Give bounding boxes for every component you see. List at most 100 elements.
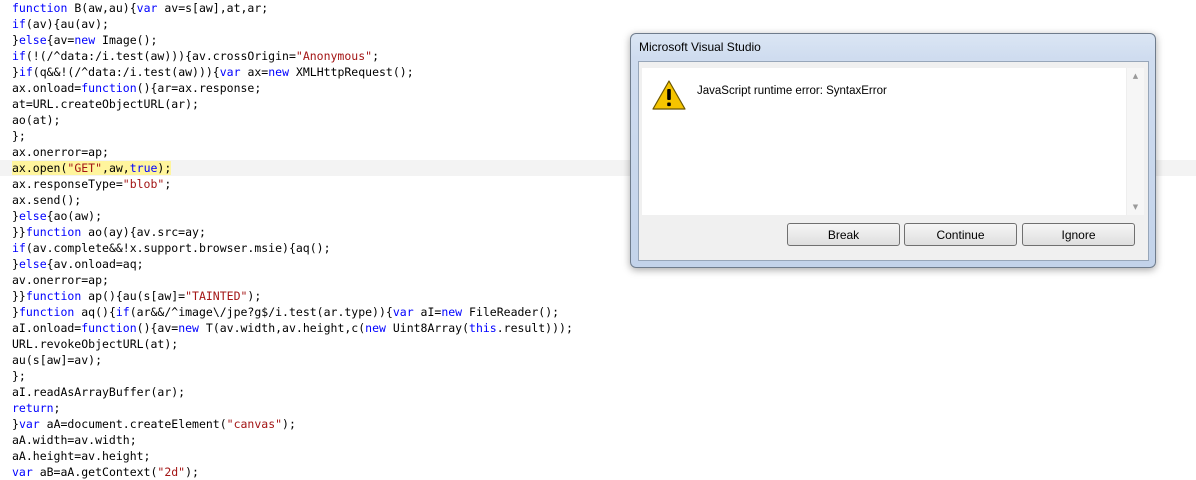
code-string: "GET" — [67, 161, 103, 175]
code-text: aA.height=av.height; — [12, 449, 151, 463]
code-keyword: if — [12, 49, 26, 63]
code-text: Image(); — [95, 33, 158, 47]
code-string: "TAINTED" — [185, 289, 248, 303]
code-text: {ao(aw); — [46, 209, 103, 223]
code-line: if(av){au(av); — [12, 16, 1196, 32]
code-line: av.onerror=ap; — [12, 272, 1196, 288]
code-keyword: function — [81, 321, 137, 335]
code-text: ); — [185, 465, 199, 479]
code-text: Uint8Array( — [385, 321, 470, 335]
code-text: (av.complete&&!x.support.browser.msie){a… — [25, 241, 331, 255]
code-keyword: new — [178, 321, 199, 335]
code-text: aA.width=av.width; — [12, 433, 137, 447]
scroll-down-icon[interactable]: ▼ — [1130, 202, 1141, 212]
code-text: URL.revokeObjectURL(at); — [12, 337, 179, 351]
code-text: }; — [12, 369, 26, 383]
code-keyword: function — [81, 81, 137, 95]
code-keyword: if — [12, 241, 26, 255]
break-button[interactable]: Break — [787, 223, 900, 246]
code-text: {av.onload=aq; — [46, 257, 144, 271]
code-text: aA=document.createElement( — [39, 417, 227, 431]
code-text: ; — [53, 401, 61, 415]
code-text: } — [12, 65, 19, 79]
code-text: (q&&!(/^data:/i.test(aw))){ — [32, 65, 220, 79]
code-text: ao(at); — [12, 113, 61, 127]
code-line: URL.revokeObjectURL(at); — [12, 336, 1196, 352]
code-text: aI.onload= — [12, 321, 82, 335]
code-text: ax= — [240, 65, 269, 79]
code-string: "2d" — [157, 465, 186, 479]
code-text: ax.open( — [12, 161, 68, 175]
message-scrollbar[interactable]: ▲ ▼ — [1126, 68, 1144, 215]
continue-button[interactable]: Continue — [904, 223, 1017, 246]
code-text: ); — [157, 161, 172, 175]
error-message: JavaScript runtime error: SyntaxError — [697, 85, 887, 97]
code-text: {av= — [46, 33, 75, 47]
code-keyword: if — [12, 17, 26, 31]
code-line: aA.height=av.height; — [12, 448, 1196, 464]
code-line: }}function ap(){au(s[aw]="TAINTED"); — [12, 288, 1196, 304]
code-text: (){av= — [136, 321, 179, 335]
code-keyword: function — [12, 1, 68, 15]
code-keyword: function — [25, 289, 82, 303]
code-string: "blob" — [122, 177, 165, 191]
code-text: }} — [12, 225, 26, 239]
code-keyword: var — [392, 305, 414, 319]
code-line: au(s[aw]=av); — [12, 352, 1196, 368]
code-keyword: new — [74, 33, 96, 47]
code-keyword: var — [219, 65, 241, 79]
code-text: (ar&&/^image\/jpe?g$/i.test(ar.type)){ — [129, 305, 393, 319]
warning-icon — [652, 80, 686, 110]
code-keyword: if — [18, 65, 33, 79]
code-line: aI.onload=function(){av=new T(av.width,a… — [12, 320, 1196, 336]
dialog-body: JavaScript runtime error: SyntaxError ▲ … — [638, 61, 1149, 261]
code-text: ax.onerror=ap; — [12, 145, 109, 159]
error-highlight: ax.open("GET",aw,true); — [12, 161, 172, 175]
code-text: } — [12, 33, 19, 47]
code-keyword: else — [18, 257, 47, 271]
code-text: aI.readAsArrayBuffer(ar); — [12, 385, 186, 399]
code-keyword: this — [469, 321, 497, 335]
message-box: JavaScript runtime error: SyntaxError ▲ … — [642, 68, 1144, 215]
code-keyword: function — [25, 225, 82, 239]
code-keyword: else — [18, 33, 47, 47]
code-text: B(aw,au){ — [67, 1, 137, 15]
code-line: var aB=aA.getContext("2d"); — [12, 464, 1196, 480]
code-text: au(s[aw]=av); — [12, 353, 103, 367]
code-text: ax.onload= — [12, 81, 82, 95]
code-keyword: if — [115, 305, 130, 319]
code-keyword: new — [365, 321, 386, 335]
code-line: }; — [12, 368, 1196, 384]
code-text: } — [12, 417, 19, 431]
code-keyword: var — [136, 1, 158, 15]
code-text: aB=aA.getContext( — [32, 465, 158, 479]
dialog-title: Microsoft Visual Studio — [639, 40, 761, 54]
code-text: } — [12, 305, 19, 319]
code-text: ap(){au(s[aw]= — [81, 289, 186, 303]
code-keyword: function — [18, 305, 75, 319]
code-text: av.onerror=ap; — [12, 273, 109, 287]
code-text: (!(/^data:/i.test(aw))){av.crossOrigin= — [25, 49, 296, 63]
code-text: }} — [12, 289, 26, 303]
code-text: T(av.width,av.height,c( — [198, 321, 366, 335]
ignore-button[interactable]: Ignore — [1022, 223, 1135, 246]
code-text: aI= — [413, 305, 442, 319]
code-text: } — [12, 257, 19, 271]
code-text: ; — [372, 49, 379, 63]
scroll-up-icon[interactable]: ▲ — [1130, 71, 1141, 81]
code-text: ); — [282, 417, 296, 431]
code-keyword: return — [12, 401, 54, 415]
code-keyword: new — [268, 65, 289, 79]
code-text: aq(){ — [74, 305, 116, 319]
code-text: at=URL.createObjectURL(ar); — [12, 97, 199, 111]
code-keyword: else — [18, 209, 47, 223]
code-text: XMLHttpRequest(); — [289, 65, 414, 79]
code-line: }var aA=document.createElement("canvas")… — [12, 416, 1196, 432]
code-text: ,aw, — [102, 161, 130, 175]
code-text: (){ar=ax.response; — [136, 81, 262, 95]
code-string: "Anonymous" — [295, 49, 373, 63]
code-text: FileReader(); — [462, 305, 560, 319]
code-text: } — [12, 209, 19, 223]
code-line: return; — [12, 400, 1196, 416]
code-line: aI.readAsArrayBuffer(ar); — [12, 384, 1196, 400]
